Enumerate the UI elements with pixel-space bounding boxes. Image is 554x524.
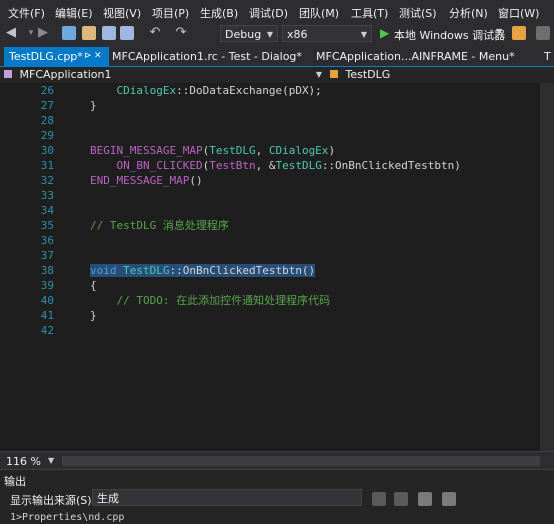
menu-window[interactable]: 窗口(W) bbox=[498, 5, 539, 21]
redo-icon[interactable]: ↷ bbox=[174, 26, 188, 40]
line-number: 41 bbox=[40, 309, 54, 322]
line-number: 29 bbox=[40, 129, 54, 142]
menu-debug[interactable]: 调试(D) bbox=[249, 5, 288, 21]
tab-label: MFCApplication1.rc - Test - Dialog* bbox=[112, 50, 302, 63]
menu-view[interactable]: 视图(V) bbox=[103, 5, 141, 21]
code-line[interactable]: END_MESSAGE_MAP() bbox=[90, 173, 203, 188]
back-icon[interactable]: ◀ bbox=[4, 26, 18, 40]
configuration-dropdown[interactable]: Debug ▼ bbox=[220, 25, 278, 42]
find-message-icon[interactable] bbox=[372, 492, 386, 506]
code-line[interactable]: // TestDLG 消息处理程序 bbox=[90, 218, 229, 233]
output-panel: 输出 显示输出来源(S): 生成 1>Properties\nd.cpp bbox=[0, 469, 554, 524]
project-name: MFCApplication1 bbox=[19, 68, 112, 81]
code-line[interactable]: } bbox=[90, 98, 97, 113]
line-number: 26 bbox=[40, 84, 54, 97]
close-icon[interactable]: ✕ bbox=[94, 47, 102, 66]
toolbar: ◀ ▾ ▶ ↶ ↷ Debug ▼ x86 ▼ ▶ 本地 Windows 调试器… bbox=[0, 22, 554, 48]
menu-edit[interactable]: 编辑(E) bbox=[55, 5, 93, 21]
output-title: 输出 bbox=[4, 475, 26, 488]
line-number: 28 bbox=[40, 114, 54, 127]
tab-label: TestDLG.cpp* bbox=[9, 50, 83, 63]
save-icon[interactable] bbox=[102, 26, 116, 40]
menu-file[interactable]: 文件(F) bbox=[8, 5, 45, 21]
document-tabs: TestDLG.cpp* ⊳ ✕ MFCApplication1.rc - Te… bbox=[0, 47, 554, 68]
code-line[interactable]: CDialogEx::DoDataExchange(pDX); bbox=[90, 83, 322, 98]
chevron-down-icon[interactable]: ▼ bbox=[48, 456, 54, 465]
scope-dropdown[interactable]: TestDLG bbox=[330, 68, 540, 82]
chevron-down-icon[interactable]: ▼ bbox=[496, 27, 502, 36]
chevron-down-icon: ▼ bbox=[315, 70, 322, 79]
tab-rc-dialog[interactable]: MFCApplication1.rc - Test - Dialog* bbox=[112, 47, 302, 66]
undo-icon[interactable]: ↶ bbox=[148, 26, 162, 40]
line-number: 31 bbox=[40, 159, 54, 172]
zoom-level[interactable]: 116 % bbox=[6, 455, 41, 468]
tab-label: MFCApplication...AINFRAME - Menu* bbox=[316, 50, 515, 63]
output-source-dropdown[interactable]: 生成 bbox=[92, 489, 362, 506]
menu-analyze[interactable]: 分析(N) bbox=[449, 5, 488, 21]
play-icon[interactable]: ▶ bbox=[380, 26, 389, 40]
new-project-icon[interactable] bbox=[62, 26, 76, 40]
clear-all-icon[interactable] bbox=[418, 492, 432, 506]
line-number: 27 bbox=[40, 99, 54, 112]
line-number: 32 bbox=[40, 174, 54, 187]
vertical-scrollbar[interactable] bbox=[540, 83, 554, 451]
code-line[interactable]: { bbox=[90, 278, 97, 293]
menu-test[interactable]: 测试(S) bbox=[399, 5, 437, 21]
line-number: 34 bbox=[40, 204, 54, 217]
chevron-down-icon: ▼ bbox=[360, 30, 367, 39]
open-folder-icon[interactable] bbox=[82, 26, 96, 40]
output-source-label: 显示输出来源(S): bbox=[10, 494, 96, 507]
run-debugger-button[interactable]: 本地 Windows 调试器 bbox=[394, 27, 505, 43]
pin-icon[interactable]: ⊳ bbox=[84, 47, 92, 66]
menu-tools[interactable]: 工具(T) bbox=[351, 5, 388, 21]
project-icon bbox=[4, 70, 12, 78]
code-line[interactable]: ON_BN_CLICKED(TestBtn, &TestDLG::OnBnCli… bbox=[90, 158, 461, 173]
menu-build[interactable]: 生成(B) bbox=[200, 5, 238, 21]
line-number: 40 bbox=[40, 294, 54, 307]
platform-value: x86 bbox=[287, 28, 308, 41]
word-wrap-icon[interactable] bbox=[442, 492, 456, 506]
project-dropdown[interactable]: MFCApplication1 ▼ bbox=[4, 68, 322, 82]
line-number: 36 bbox=[40, 234, 54, 247]
code-line[interactable]: } bbox=[90, 308, 97, 323]
find-icon[interactable] bbox=[536, 26, 550, 40]
code-line[interactable]: BEGIN_MESSAGE_MAP(TestDLG, CDialogEx) bbox=[90, 143, 335, 158]
next-message-icon[interactable] bbox=[394, 492, 408, 506]
platform-dropdown[interactable]: x86 ▼ bbox=[282, 25, 372, 42]
scope-name: TestDLG bbox=[345, 68, 391, 81]
tab-overflow[interactable]: T bbox=[544, 47, 551, 66]
menu-team[interactable]: 团队(M) bbox=[299, 5, 339, 21]
editor-status-strip: 116 % ▼ bbox=[0, 451, 554, 470]
tab-testdlg-cpp[interactable]: TestDLG.cpp* ⊳ ✕ bbox=[4, 47, 109, 66]
tab-menu[interactable]: MFCApplication...AINFRAME - Menu* bbox=[316, 47, 515, 66]
class-icon bbox=[330, 70, 338, 78]
line-number-gutter: 26 27 28 29 30 31 32 33 34 35 36 37 38 39 40 41 42 bbox=[0, 83, 58, 451]
tab-label: T bbox=[544, 50, 551, 63]
output-line: 1>Properties\nd.cpp bbox=[10, 512, 125, 523]
navigation-bar: MFCApplication1 ▼ TestDLG bbox=[0, 67, 554, 84]
line-number: 30 bbox=[40, 144, 54, 157]
menu-project[interactable]: 项目(P) bbox=[152, 5, 189, 21]
code-editor[interactable]: 26 27 28 29 30 31 32 33 34 35 36 37 38 39 40 41 42 CDial… bbox=[0, 83, 554, 451]
code-line[interactable]: // TODO: 在此添加控件通知处理程序代码 bbox=[90, 293, 331, 308]
line-number: 38 bbox=[40, 264, 54, 277]
line-number: 42 bbox=[40, 324, 54, 337]
line-number: 33 bbox=[40, 189, 54, 202]
code-line[interactable]: void TestDLG::OnBnClickedTestbtn() bbox=[90, 263, 316, 278]
line-number: 37 bbox=[40, 249, 54, 262]
attach-icon[interactable] bbox=[512, 26, 526, 40]
line-number: 39 bbox=[40, 279, 54, 292]
save-all-icon[interactable] bbox=[120, 26, 134, 40]
menu-bar: 文件(F) 编辑(E) 视图(V) 项目(P) 生成(B) 调试(D) 团队(M… bbox=[0, 0, 554, 22]
horizontal-scrollbar[interactable] bbox=[62, 456, 540, 466]
line-number: 35 bbox=[40, 219, 54, 232]
output-source-value: 生成 bbox=[97, 492, 119, 505]
chevron-down-icon: ▼ bbox=[266, 30, 273, 39]
configuration-value: Debug bbox=[225, 28, 262, 41]
forward-icon[interactable]: ▶ bbox=[36, 26, 50, 40]
